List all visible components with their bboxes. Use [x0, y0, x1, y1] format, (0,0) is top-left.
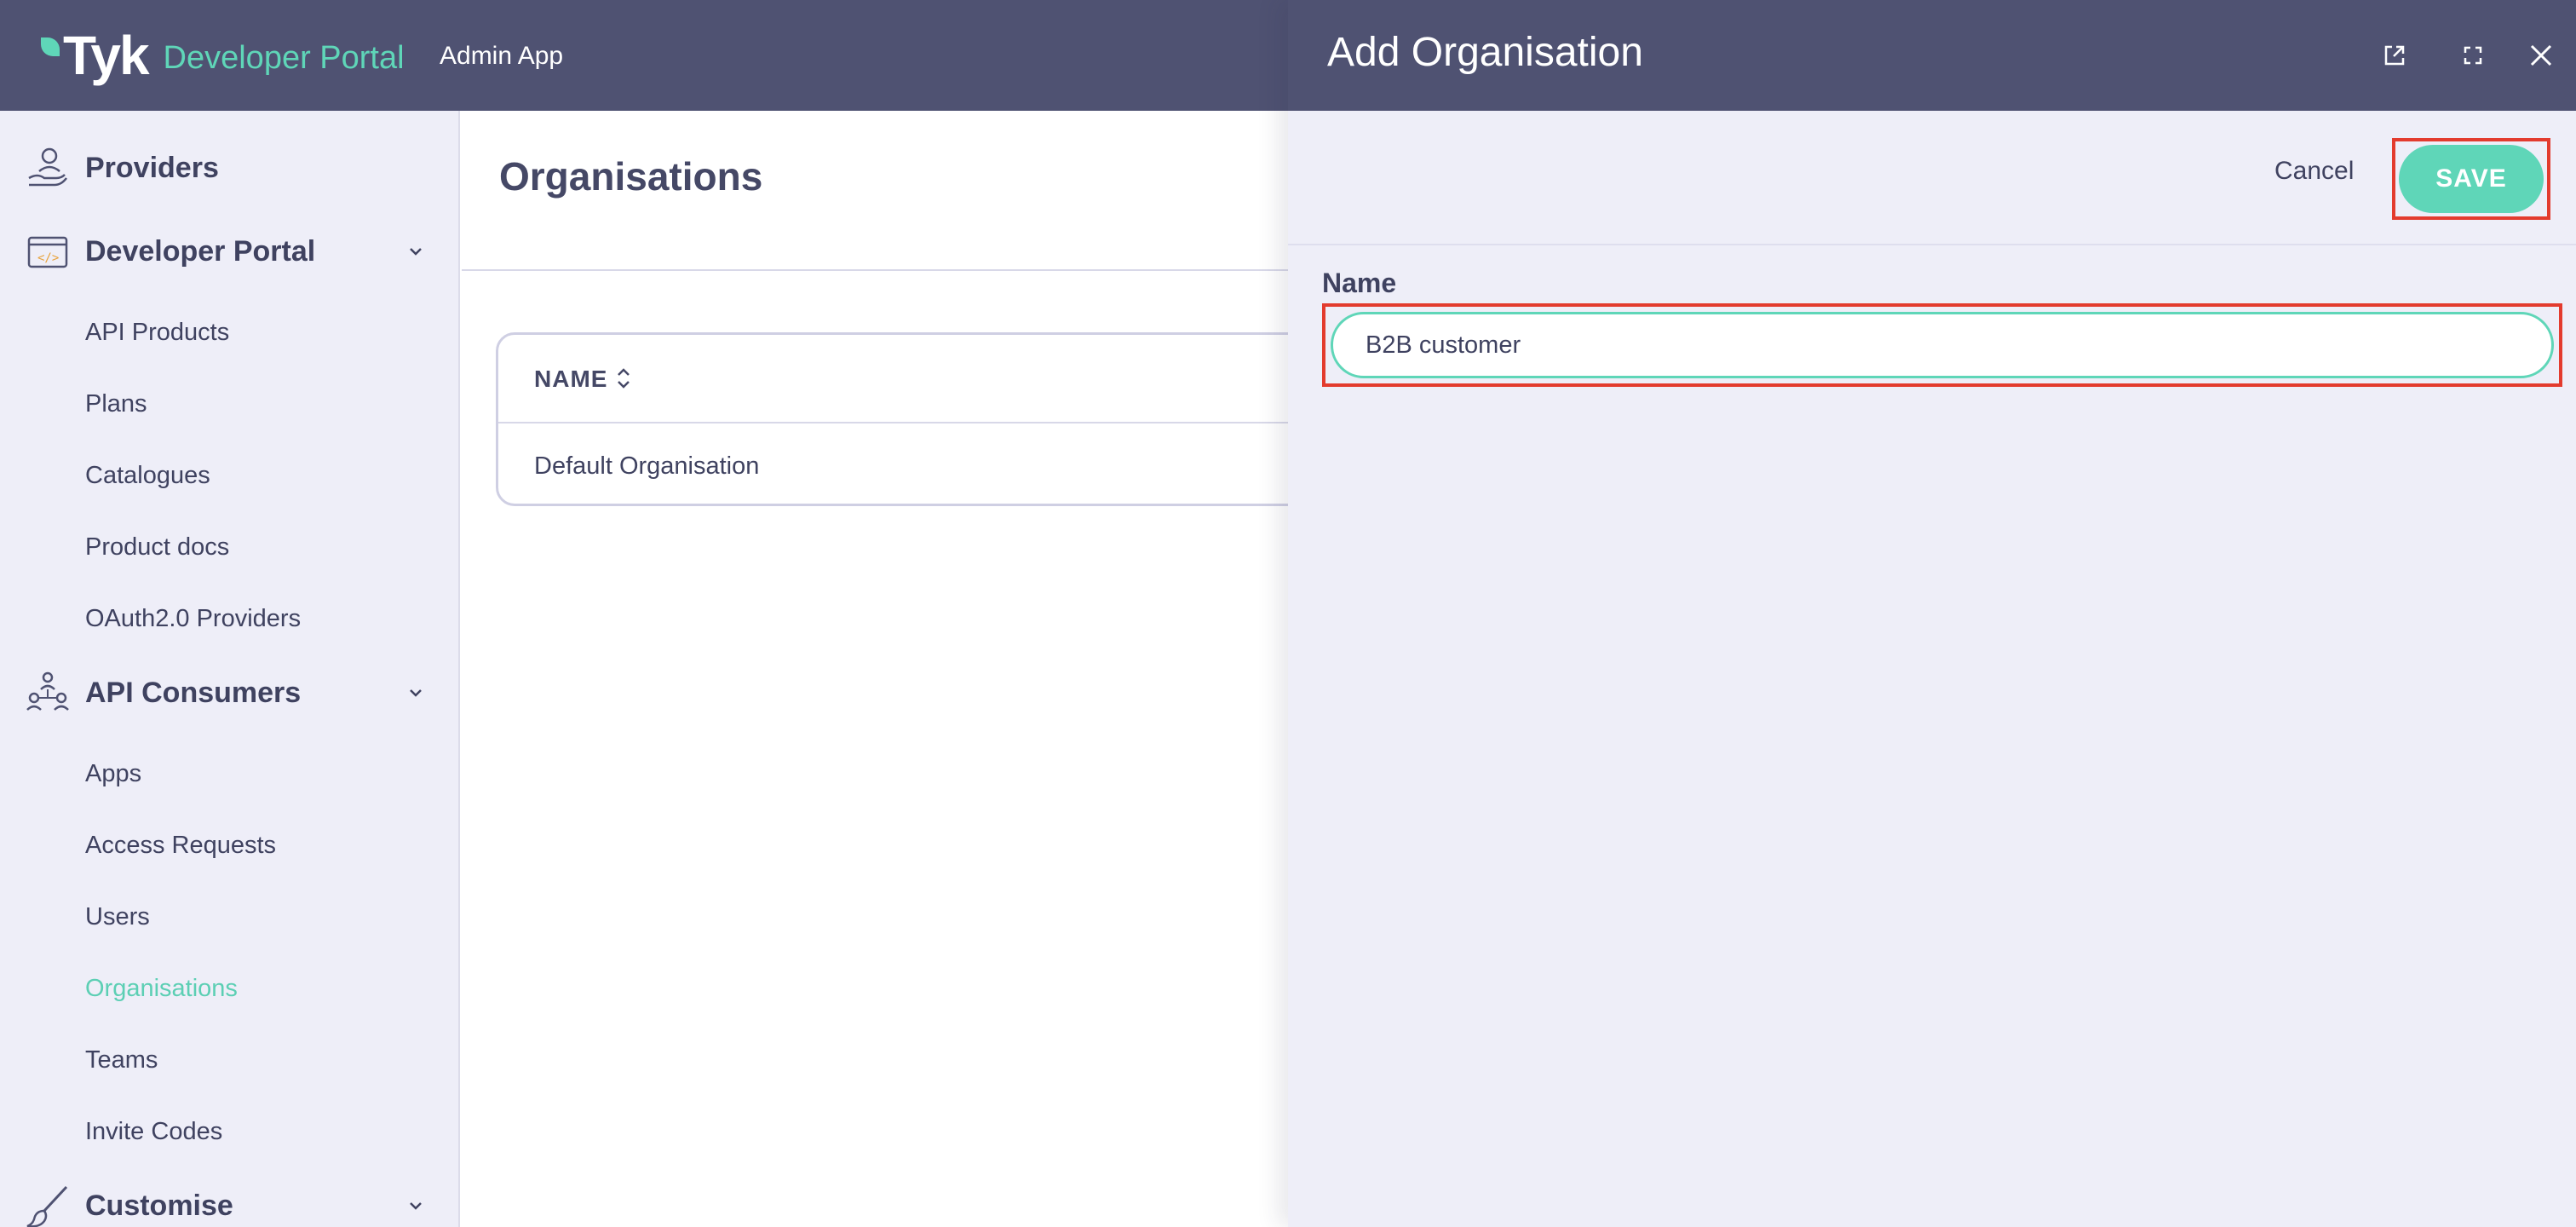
- sidebar-item-invite-codes[interactable]: Invite Codes: [85, 1115, 222, 1149]
- drawer-header: Add Organisation: [1288, 0, 2576, 111]
- chevron-down-icon[interactable]: [405, 1195, 426, 1216]
- sidebar-item-apps[interactable]: Apps: [85, 757, 141, 791]
- sidebar-section-label: API Consumers: [85, 676, 302, 709]
- name-field-label: Name: [1322, 268, 1397, 298]
- sidebar-item-teams[interactable]: Teams: [85, 1043, 158, 1077]
- chevron-down-icon[interactable]: [405, 683, 426, 703]
- sidebar-section-label: Developer Portal: [85, 234, 316, 268]
- sidebar-item-catalogues[interactable]: Catalogues: [85, 458, 210, 493]
- portal-code-icon: </>: [27, 236, 68, 268]
- add-organisation-drawer: Add Organisation Cancel SAVE Name: [1288, 0, 2576, 1227]
- sidebar-item-plans[interactable]: Plans: [85, 387, 147, 421]
- chevron-down-icon[interactable]: [405, 241, 426, 262]
- portal-text: Developer Portal: [163, 40, 405, 76]
- save-button[interactable]: SAVE: [2399, 145, 2544, 213]
- cancel-button[interactable]: Cancel: [2274, 157, 2354, 186]
- provider-hand-icon: [28, 147, 67, 187]
- consumers-group-icon: [26, 671, 69, 711]
- sidebar-section-providers[interactable]: Providers: [0, 138, 460, 198]
- sidebar-section-label: Customise: [85, 1189, 233, 1222]
- sort-icon[interactable]: [614, 364, 633, 393]
- column-header-name[interactable]: NAME: [534, 366, 607, 393]
- divider: [498, 422, 1345, 423]
- page-title: Organisations: [499, 154, 763, 199]
- close-icon[interactable]: [2527, 41, 2556, 70]
- leaf-icon: [41, 37, 60, 56]
- sidebar-section-label: Providers: [85, 151, 219, 184]
- sidebar-item-organisations[interactable]: Organisations: [85, 971, 238, 1005]
- drawer-action-bar: Cancel SAVE: [1288, 111, 2576, 245]
- name-input[interactable]: [1331, 312, 2554, 378]
- sidebar-item-api-products[interactable]: API Products: [85, 315, 229, 349]
- external-link-icon[interactable]: [2380, 41, 2409, 70]
- sidebar-item-oauth-providers[interactable]: OAuth2.0 Providers: [85, 602, 301, 636]
- main-content: Organisations NAME Default Organisation: [462, 111, 1348, 1227]
- drawer-title: Add Organisation: [1327, 30, 1643, 75]
- sidebar-item-product-docs[interactable]: Product docs: [85, 530, 229, 564]
- sidebar-item-access-requests[interactable]: Access Requests: [85, 828, 276, 862]
- tyk-logo[interactable]: Tyk Developer Portal: [41, 26, 405, 85]
- sidebar-section-developer-portal[interactable]: </> Developer Portal: [0, 222, 460, 281]
- fullscreen-icon[interactable]: [2458, 41, 2487, 70]
- app-name: Admin App: [440, 42, 564, 70]
- svg-text:</>: </>: [37, 251, 59, 265]
- divider: [462, 269, 1288, 271]
- logo-text: Tyk: [63, 25, 150, 86]
- sidebar-section-api-consumers[interactable]: API Consumers: [0, 663, 460, 723]
- table-row[interactable]: Default Organisation: [534, 452, 759, 481]
- sidebar-section-customise[interactable]: Customise: [0, 1176, 460, 1227]
- brush-icon: [26, 1185, 68, 1227]
- sidebar: Providers </> Developer Portal API Produ…: [0, 111, 460, 1227]
- sidebar-item-users[interactable]: Users: [85, 900, 150, 934]
- organisations-table: NAME Default Organisation: [496, 332, 1348, 506]
